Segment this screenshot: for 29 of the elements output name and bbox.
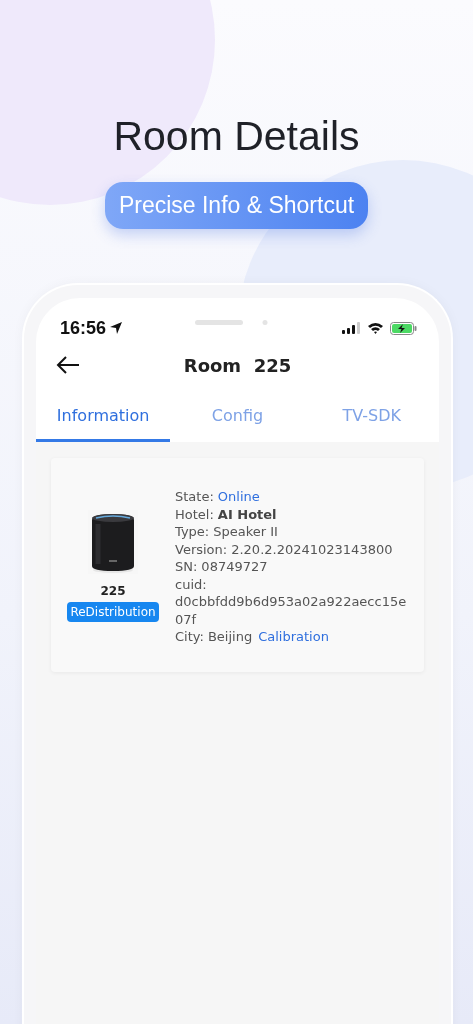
field-label: Version: [175,540,228,558]
back-icon[interactable] [56,356,80,374]
page-title: Room 225 [183,354,292,376]
tab[interactable]: Information [36,392,171,442]
field-value: Speaker II [213,523,278,541]
field-value: AI Hotel [217,505,277,523]
tab[interactable]: TV-SDK [304,392,439,442]
field-value: Beijing [207,628,253,646]
field-value: d0cbbfdd9b6d953a02a922aecc15e07f [175,593,407,628]
battery-icon [390,321,417,335]
field-label: State: [175,488,214,506]
field-label: Hotel: [175,505,214,523]
location-icon [109,321,124,335]
signal-icon [342,322,361,334]
redistribution-button[interactable]: ReDistribution [67,602,159,622]
room-number: 225 [100,584,126,598]
field-value[interactable]: Online [217,488,260,506]
wifi-icon [367,322,384,334]
field-label: Type: [175,523,210,541]
field-value: 08749727 [201,558,268,576]
field-label: City: [175,628,204,646]
subtitle-pill: Precise Info & Shortcut [104,182,369,229]
status-time: 16:56 [60,317,107,339]
headline: Room Details [113,112,360,160]
tab[interactable]: Config [170,392,305,442]
field-label: cuid: [175,575,208,593]
field-value: 2.20.2.20241023143800 [231,540,393,558]
calibration-link[interactable]: Calibration [258,628,329,646]
field-label: SN: [175,558,198,576]
